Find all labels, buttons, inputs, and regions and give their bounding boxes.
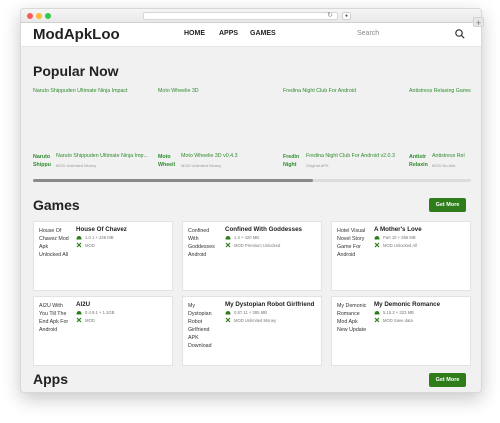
game-card[interactable]: My Dystopian Robot Girlfriend APK Downlo… [182,296,322,366]
wrench-icon [374,317,380,323]
popular-item-mod: Original APK [306,163,329,168]
card-mod: MOD [76,317,95,323]
games-get-more-button[interactable]: Get More [429,198,466,212]
new-tab-button[interactable]: + [473,17,484,28]
card-thumb: Hotel Visual Novel Story Game For Androi… [337,228,366,258]
apps-get-more-button[interactable]: Get More [429,373,466,387]
card-title[interactable]: AI2U [76,301,90,308]
card-title[interactable]: My Dystopian Robot Girlfriend [225,301,314,308]
browser-window: ↻ ● ModApkLoo HOME APPS GAMES Search Pop… [20,8,482,393]
card-thumb: House Of Chavez Mod Apk Unlocked All [39,228,69,258]
card-mod: MOD Premium Unlocked [225,242,280,248]
popular-item-thumb: Naruto Shippu [33,154,51,168]
card-mod: MOD Unlimited Money [225,317,276,323]
card-version-text: 1.3 + 420 MB [234,235,260,240]
popular-item-thumb: Moto Wheeli [158,154,176,168]
popular-top-label[interactable]: Moto Wheelie 3D [158,88,268,94]
search-input[interactable]: Search [357,30,379,37]
popular-top-label[interactable]: Naruto Shippuden Ultimate Ninja Impact [33,88,148,94]
card-version: 0.87.11 + 385 MB [225,310,267,315]
card-version-text: 0.87.11 + 385 MB [234,310,267,315]
site-header: ModApkLoo HOME APPS GAMES Search [21,23,481,47]
card-thumb: My Demonic Romance Mod Apk New Update [337,303,367,333]
popular-item-mod: MOD No Ads [432,163,456,168]
card-version-text: 5.15.2 + 323 MB [383,310,414,315]
card-mod-text: MOD Save data [383,317,413,323]
card-version-text: 0.4.9.1 + 1.1GB [85,310,115,315]
popular-item-name[interactable]: Naruto Shippuden Ultimate Ninja Imp... [56,153,151,159]
android-icon [76,311,82,315]
card-mod-text: MOD [85,242,95,248]
game-card[interactable]: House Of Chavez Mod Apk Unlocked All Hou… [33,221,173,291]
game-card[interactable]: AI2U With You Till The End Apk For Andro… [33,296,173,366]
popular-item-name[interactable]: Moto Wheelie 3D v0.4.3 [181,153,276,159]
popular-top-label[interactable]: Fredina Night Club For Android [283,88,398,94]
card-version: 1.3 + 420 MB [225,235,259,240]
search-icon[interactable] [454,28,466,40]
games-heading: Games [33,197,80,213]
game-card[interactable]: My Demonic Romance Mod Apk New Update My… [331,296,471,366]
card-title[interactable]: Confined With Goddesses [225,226,302,233]
popular-item-mod: MOD Unlimited Money [181,163,222,168]
card-title[interactable]: A Mother's Love [374,226,422,233]
site-logo[interactable]: ModApkLoo [33,26,120,43]
minimize-window-button[interactable] [36,13,42,19]
browser-chrome: ↻ ● [21,9,481,23]
android-icon [225,311,231,315]
popular-top-label[interactable]: Antistress Relaxing Games [409,88,471,94]
card-version: 5.15.2 + 323 MB [374,310,414,315]
card-mod: MOD Unlocked All [374,242,417,248]
carousel-scrollbar-thumb[interactable] [33,179,313,182]
card-mod-text: MOD Premium Unlocked [234,242,281,248]
close-window-button[interactable] [27,13,33,19]
reload-icon[interactable]: ↻ [327,11,333,21]
apps-heading: Apps [33,371,68,387]
wrench-icon [225,242,231,248]
android-icon [374,236,380,240]
wrench-icon [225,317,231,323]
wrench-icon [76,317,82,323]
popular-now-heading: Popular Now [33,63,119,79]
nav-home[interactable]: HOME [184,30,205,37]
game-card[interactable]: Hotel Visual Novel Story Game For Androi… [331,221,471,291]
card-version-text: Part 10 + 555 MB [383,235,416,240]
card-version: 0.4.9.1 + 1.1GB [76,310,114,315]
card-version: Part 10 + 555 MB [374,235,416,240]
card-mod-text: MOD Unlimited Money [234,317,277,323]
card-version: 1.0.1 + 248 MB [76,235,114,240]
address-bar[interactable]: ↻ [143,12,338,20]
card-mod: MOD Save data [374,317,413,323]
nav-games[interactable]: GAMES [250,30,276,37]
wrench-icon [374,242,380,248]
browser-extension-icon[interactable]: ● [342,12,351,20]
maximize-window-button[interactable] [45,13,51,19]
card-version-text: 1.0.1 + 248 MB [85,235,114,240]
popular-item-name[interactable]: Fredina Night Club For Android v2.0.3 [306,153,405,159]
popular-item-thumb: Fredin Night [283,154,300,168]
card-mod: MOD [76,242,95,248]
card-title[interactable]: My Demonic Romance [374,301,440,308]
popular-item-name[interactable]: Antistress Rel [432,153,471,159]
popular-item-thumb: Antistr Relaxin [409,154,428,168]
card-thumb: AI2U With You Till The End Apk For Andro… [39,303,69,333]
popular-item-mod: MOD Unlimited Money [56,163,97,168]
card-mod-text: MOD Unlocked All [383,242,417,248]
card-mod-text: MOD [85,317,95,323]
android-icon [76,236,82,240]
wrench-icon [76,242,82,248]
card-thumb: My Dystopian Robot Girlfriend APK Downlo… [188,303,212,349]
card-thumb: Confined With Goddesses Android [188,228,215,258]
android-icon [225,236,231,240]
android-icon [374,311,380,315]
card-title[interactable]: House Of Chavez [76,226,127,233]
game-card[interactable]: Confined With Goddesses Android Confined… [182,221,322,291]
nav-apps[interactable]: APPS [219,30,238,37]
